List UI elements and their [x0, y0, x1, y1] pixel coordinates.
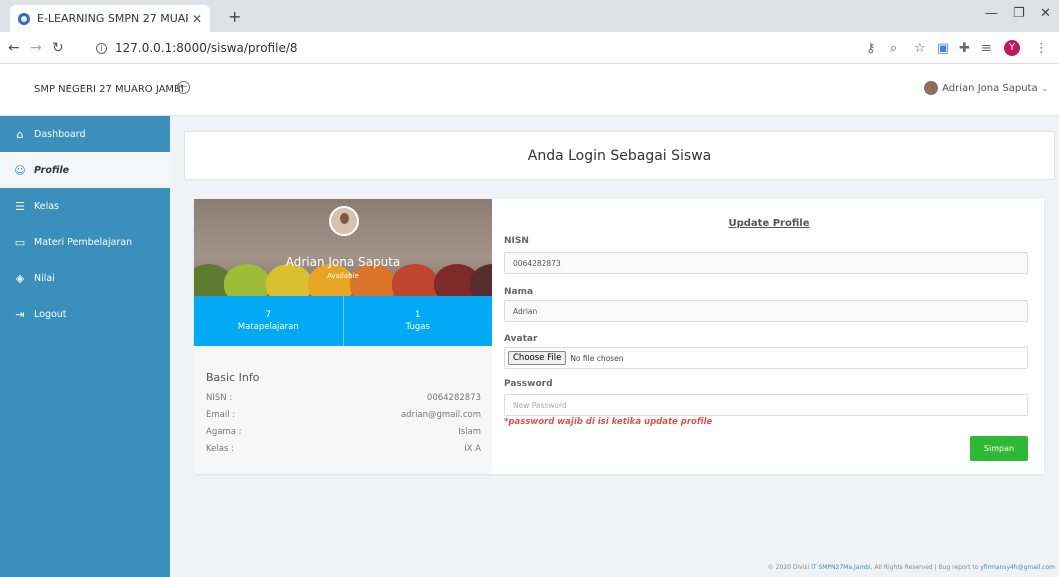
reading-list-icon[interactable]: ≡ — [981, 41, 992, 56]
user-name: Adrian Jona Saputa — [942, 82, 1038, 94]
sidebar-item-profile[interactable]: ☺ Profile — [0, 152, 170, 188]
logout-icon: ⇥ — [15, 307, 25, 321]
sidebar-item-logout[interactable]: ⇥ Logout — [0, 296, 170, 332]
info-label: NISN : — [206, 393, 233, 403]
avatar-label: Avatar — [504, 334, 538, 344]
info-row-nisn: NISN : 0064282873 — [206, 390, 481, 407]
minimize-icon[interactable]: — — [985, 6, 998, 21]
stat-matapelajaran: 7 Matapelajaran — [194, 296, 343, 346]
sidebar-item-materi[interactable]: ▭ Materi Pembelajaran — [0, 224, 170, 260]
footer: © 2020 Divisi IT SMPN27Ma.Jambi, All Rig… — [768, 564, 1055, 571]
info-label: Agama : — [206, 427, 242, 437]
sidebar-item-label: Dashboard — [34, 128, 86, 140]
sidebar-item-label: Nilai — [34, 272, 55, 284]
stat-value: 7 — [265, 310, 271, 320]
info-value: Islam — [458, 427, 481, 437]
info-value: 0064282873 — [426, 393, 481, 403]
nama-field[interactable]: Adrian — [504, 300, 1028, 322]
sidebar-item-label: Kelas — [34, 200, 60, 212]
form-title: Update Profile — [728, 218, 810, 229]
browser-tabstrip: E-LEARNING SMPN 27 MUARO J ✕ + — ❐ ✕ — [0, 0, 1059, 32]
nisn-label: NISN — [504, 236, 529, 246]
zoom-icon[interactable]: ⌕ — [890, 41, 897, 56]
browser-toolbar: ← → ↻ i 127.0.0.1:8000/siswa/profile/8 ⚷… — [0, 32, 1059, 64]
profile-avatar — [329, 206, 359, 236]
bookmark-star-icon[interactable]: ☆ — [914, 41, 926, 56]
user-avatar — [924, 81, 939, 95]
info-row-kelas: Kelas : IX A — [206, 441, 481, 458]
close-window-icon[interactable]: ✕ — [1040, 6, 1051, 21]
chevron-down-icon: ⌄ — [1040, 82, 1049, 94]
profile-name: Adrian Jona Saputa — [285, 255, 401, 269]
info-row-email: Email : adrian@gmail.com — [206, 407, 481, 424]
profile-card: Adrian Jona Saputa Available 7 Matapelaj… — [194, 199, 492, 474]
reload-icon[interactable]: ↻ — [52, 40, 64, 56]
brand-name: SMP NEGERI 27 MUARO JAMBI — [34, 84, 184, 95]
sidebar-item-label: Logout — [34, 308, 67, 320]
info-label: Kelas : — [206, 444, 234, 454]
choose-file-button[interactable]: Choose File — [508, 351, 567, 365]
sidebar-item-label: Profile — [34, 164, 70, 176]
info-value: IX A — [464, 444, 481, 454]
info-value: adrian@gmail.com — [400, 410, 481, 420]
nisn-field[interactable]: 0064282873 — [504, 252, 1028, 274]
back-icon[interactable]: ← — [8, 40, 20, 56]
home-icon: ⌂ — [16, 127, 24, 141]
footer-rights: , All Rights Reserved | Bug report to — [870, 564, 979, 571]
password-label: Password — [504, 379, 553, 389]
database-icon: ☰ — [15, 199, 25, 213]
sidebar-item-dashboard[interactable]: ⌂ Dashboard — [0, 116, 170, 152]
stat-label: Tugas — [405, 322, 430, 332]
key-icon[interactable]: ⚷ — [866, 41, 876, 56]
info-label: Email : — [206, 410, 236, 420]
browser-tab[interactable]: E-LEARNING SMPN 27 MUARO J ✕ — [10, 5, 210, 32]
tab-close-icon[interactable]: ✕ — [192, 12, 202, 26]
site-favicon-icon — [18, 12, 30, 25]
app-header: SMP NEGERI 27 MUARO JAMBI ← Adrian Jona … — [0, 64, 1059, 116]
tab-title: E-LEARNING SMPN 27 MUARO J — [37, 12, 188, 25]
layers-icon: ◈ — [15, 271, 25, 285]
forward-icon[interactable]: → — [30, 40, 42, 56]
browser-menu-icon[interactable]: ⋮ — [1035, 41, 1048, 56]
page-title: Anda Login Sebagai Siswa — [184, 131, 1055, 180]
extensions-puzzle-icon[interactable]: ✚ — [959, 41, 970, 56]
file-status: No file chosen — [570, 353, 624, 363]
profile-stats: 7 Matapelajaran 1 Tugas — [194, 296, 492, 346]
info-row-agama: Agama : Islam — [206, 424, 481, 441]
password-field[interactable]: New Password — [504, 394, 1028, 416]
cover-image: Adrian Jona Saputa Available — [194, 199, 492, 296]
url-text: 127.0.0.1:8000/siswa/profile/8 — [115, 41, 298, 55]
stat-label: Matapelajaran — [237, 322, 299, 332]
extension-translate-icon[interactable]: ▣ — [937, 41, 949, 56]
user-menu[interactable]: Adrian Jona Saputa ⌄ — [924, 81, 1049, 95]
sidebar-item-label: Materi Pembelajaran — [34, 236, 133, 248]
profile-status: Available — [327, 272, 359, 280]
basic-info-title: Basic Info — [206, 371, 260, 384]
sidebar-toggle-icon[interactable]: ← — [177, 81, 190, 94]
password-warning: *password wajib di isi ketika update pro… — [504, 417, 713, 427]
footer-copyright: © 2020 Divisi — [767, 564, 810, 571]
basic-info: Basic Info NISN : 0064282873 Email : adr… — [206, 371, 481, 458]
sidebar-item-kelas[interactable]: ☰ Kelas — [0, 188, 170, 224]
footer-email-link[interactable]: yfirmansy4h@gmail.com — [980, 564, 1055, 571]
site-info-icon[interactable]: i — [96, 42, 107, 54]
user-icon: ☺ — [14, 163, 26, 177]
sidebar-item-nilai[interactable]: ◈ Nilai — [0, 260, 170, 296]
nama-label: Nama — [504, 287, 534, 297]
browser-profile-avatar[interactable]: Y — [1004, 40, 1020, 56]
stat-tugas: 1 Tugas — [342, 296, 493, 346]
new-tab-icon[interactable]: + — [228, 7, 241, 26]
save-button[interactable]: Simpan — [970, 436, 1028, 461]
restore-icon[interactable]: ❐ — [1013, 6, 1025, 21]
sidebar: ⌂ Dashboard ☺ Profile ☰ Kelas ▭ Materi P… — [0, 116, 170, 577]
stat-value: 1 — [415, 310, 421, 320]
update-profile-form: Update Profile NISN 0064282873 Nama Adri… — [504, 199, 1034, 474]
address-bar[interactable]: i 127.0.0.1:8000/siswa/profile/8 — [96, 36, 856, 60]
tablet-icon: ▭ — [14, 235, 26, 249]
footer-division-link[interactable]: IT SMPN27Ma.Jambi — [811, 564, 871, 571]
profile-panel: Adrian Jona Saputa Available 7 Matapelaj… — [194, 199, 1044, 474]
avatar-file-input: Choose File No file chosen — [504, 347, 1028, 369]
